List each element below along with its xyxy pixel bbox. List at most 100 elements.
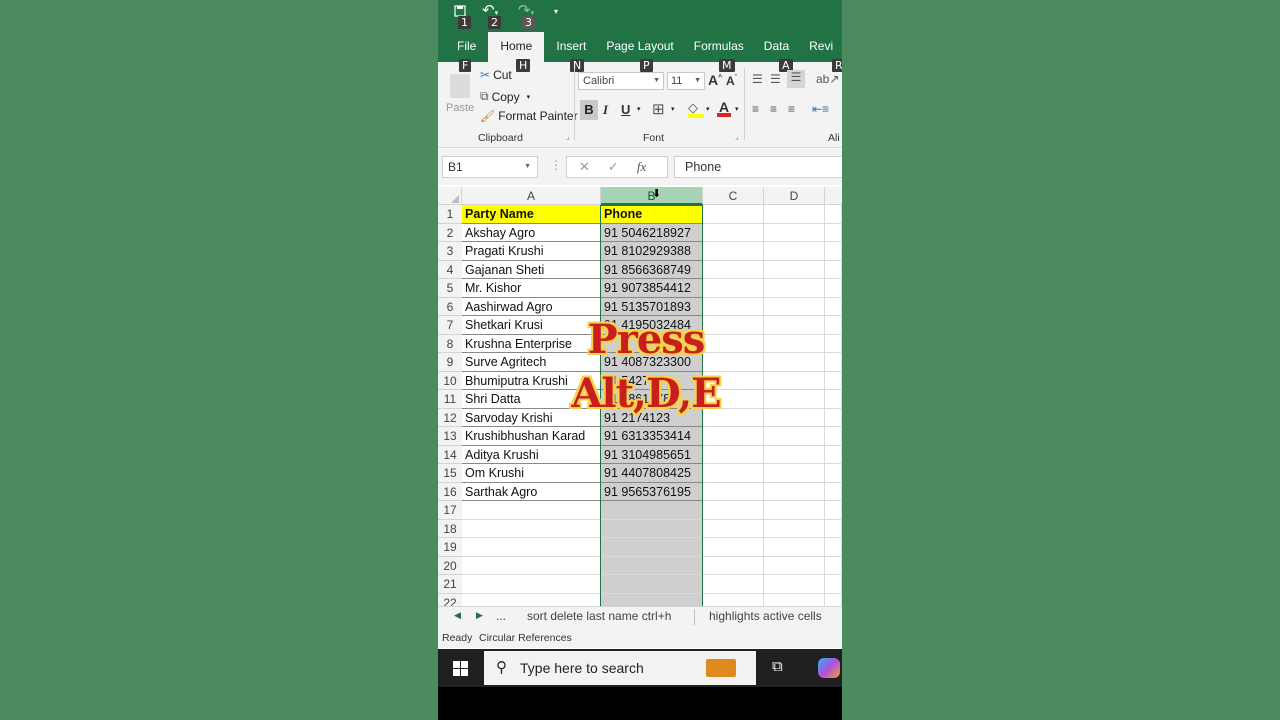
font-size-select[interactable]: 11 ▼ bbox=[667, 72, 705, 90]
cell-d18[interactable] bbox=[764, 519, 825, 538]
column-header-c[interactable]: C bbox=[703, 187, 764, 205]
underline-button[interactable]: U bbox=[621, 102, 630, 117]
sheet-tab-sort-delete[interactable]: sort delete last name ctrl+h bbox=[527, 609, 671, 623]
row-header[interactable]: 17 bbox=[438, 501, 462, 520]
cell-e1[interactable] bbox=[825, 205, 842, 224]
cell-e17[interactable] bbox=[825, 501, 842, 520]
cell-e7[interactable] bbox=[825, 316, 842, 335]
cell-e8[interactable] bbox=[825, 334, 842, 353]
select-all-corner[interactable] bbox=[438, 187, 462, 205]
tab-formulas[interactable]: Formulas bbox=[684, 32, 754, 62]
status-circular-references[interactable]: Circular References bbox=[479, 632, 572, 644]
cell-e14[interactable] bbox=[825, 445, 842, 464]
formula-input[interactable]: Phone bbox=[674, 156, 842, 178]
insert-function-icon[interactable]: fx bbox=[637, 159, 646, 175]
cell-c5[interactable] bbox=[703, 279, 764, 298]
orientation-icon[interactable]: ab↗ bbox=[816, 72, 839, 86]
chevron-down-icon[interactable]: ▾ bbox=[735, 105, 739, 113]
tab-review[interactable]: Revi bbox=[799, 32, 833, 62]
cell-d17[interactable] bbox=[764, 501, 825, 520]
row-header[interactable]: 14 bbox=[438, 445, 462, 464]
cell-c15[interactable] bbox=[703, 464, 764, 483]
cell-d1[interactable] bbox=[764, 205, 825, 224]
cell-a5[interactable]: Mr. Kishor bbox=[462, 279, 601, 298]
cell-b19[interactable] bbox=[601, 538, 703, 557]
cell-e16[interactable] bbox=[825, 482, 842, 501]
cell-a15[interactable]: Om Krushi bbox=[462, 464, 601, 483]
row-header[interactable]: 3 bbox=[438, 242, 462, 261]
cell-c16[interactable] bbox=[703, 482, 764, 501]
cell-a3[interactable]: Pragati Krushi bbox=[462, 242, 601, 261]
cell-e10[interactable] bbox=[825, 371, 842, 390]
cell-c17[interactable] bbox=[703, 501, 764, 520]
cell-b1[interactable]: Phone bbox=[601, 205, 703, 224]
undo-icon[interactable]: ↶▾ 2 bbox=[482, 3, 504, 29]
cell-c19[interactable] bbox=[703, 538, 764, 557]
middle-align-icon[interactable]: ☰ bbox=[770, 72, 781, 86]
cell-e9[interactable] bbox=[825, 353, 842, 372]
cell-d7[interactable] bbox=[764, 316, 825, 335]
font-color-icon[interactable]: A bbox=[717, 99, 731, 119]
cell-d16[interactable] bbox=[764, 482, 825, 501]
cell-b5[interactable]: 91 9073854412 bbox=[601, 279, 703, 298]
cut-button[interactable]: ✂ Cut bbox=[480, 68, 512, 82]
paste-button[interactable]: Paste bbox=[446, 70, 474, 120]
cell-c18[interactable] bbox=[703, 519, 764, 538]
cell-a16[interactable]: Sarthak Agro bbox=[462, 482, 601, 501]
copilot-icon[interactable] bbox=[818, 658, 840, 678]
row-header[interactable]: 20 bbox=[438, 556, 462, 575]
row-header[interactable]: 1 bbox=[438, 205, 462, 224]
bottom-align-icon[interactable]: ☰ bbox=[787, 70, 805, 88]
column-header-d[interactable]: D bbox=[764, 187, 825, 205]
cell-a6[interactable]: Aashirwad Agro bbox=[462, 297, 601, 316]
more-sheets-button[interactable]: ... bbox=[496, 609, 506, 623]
next-sheet-icon[interactable]: ▶ bbox=[476, 610, 483, 621]
row-header[interactable]: 8 bbox=[438, 334, 462, 353]
row-header[interactable]: 4 bbox=[438, 260, 462, 279]
cell-e3[interactable] bbox=[825, 242, 842, 261]
save-icon[interactable]: 1 bbox=[454, 4, 471, 29]
cell-b14[interactable]: 91 3104985651 bbox=[601, 445, 703, 464]
cell-a1[interactable]: Party Name bbox=[462, 205, 601, 224]
row-header[interactable]: 12 bbox=[438, 408, 462, 427]
taskbar-search-input[interactable]: ⚲ Type here to search bbox=[484, 651, 756, 685]
dialog-launcher-icon[interactable]: ⌟ bbox=[735, 132, 739, 141]
cell-d8[interactable] bbox=[764, 334, 825, 353]
more-options-icon[interactable]: ⋮ bbox=[550, 158, 562, 172]
cell-e21[interactable] bbox=[825, 575, 842, 594]
cell-d10[interactable] bbox=[764, 371, 825, 390]
cell-c1[interactable] bbox=[703, 205, 764, 224]
cell-a17[interactable] bbox=[462, 501, 601, 520]
tab-page-layout[interactable]: Page Layout bbox=[596, 32, 683, 62]
cell-a20[interactable] bbox=[462, 556, 601, 575]
customize-qat-icon[interactable]: ▾ bbox=[554, 7, 558, 16]
sheet-tab-highlights[interactable]: highlights active cells bbox=[709, 609, 822, 623]
cell-a18[interactable] bbox=[462, 519, 601, 538]
cell-b16[interactable]: 91 9565376195 bbox=[601, 482, 703, 501]
cell-e20[interactable] bbox=[825, 556, 842, 575]
cell-b17[interactable] bbox=[601, 501, 703, 520]
cell-d5[interactable] bbox=[764, 279, 825, 298]
cell-b18[interactable] bbox=[601, 519, 703, 538]
windows-start-icon[interactable] bbox=[453, 661, 468, 676]
fill-color-icon[interactable]: ◇ bbox=[688, 100, 704, 120]
prev-sheet-icon[interactable]: ◀ bbox=[454, 610, 461, 621]
cell-b13[interactable]: 91 6313353414 bbox=[601, 427, 703, 446]
row-header[interactable]: 15 bbox=[438, 464, 462, 483]
row-header[interactable]: 13 bbox=[438, 427, 462, 446]
task-view-icon[interactable]: ⧉ bbox=[772, 658, 783, 675]
cell-d9[interactable] bbox=[764, 353, 825, 372]
cell-d4[interactable] bbox=[764, 260, 825, 279]
row-header[interactable]: 6 bbox=[438, 297, 462, 316]
cell-a2[interactable]: Akshay Agro bbox=[462, 223, 601, 242]
cell-b4[interactable]: 91 8566368749 bbox=[601, 260, 703, 279]
cell-c21[interactable] bbox=[703, 575, 764, 594]
row-header[interactable]: 9 bbox=[438, 353, 462, 372]
chevron-down-icon[interactable]: ▾ bbox=[637, 105, 641, 113]
row-header[interactable]: 21 bbox=[438, 575, 462, 594]
cell-b3[interactable]: 91 8102929388 bbox=[601, 242, 703, 261]
row-header[interactable]: 19 bbox=[438, 538, 462, 557]
row-header[interactable]: 11 bbox=[438, 390, 462, 409]
bold-button[interactable]: B bbox=[580, 100, 598, 120]
row-header[interactable]: 7 bbox=[438, 316, 462, 335]
